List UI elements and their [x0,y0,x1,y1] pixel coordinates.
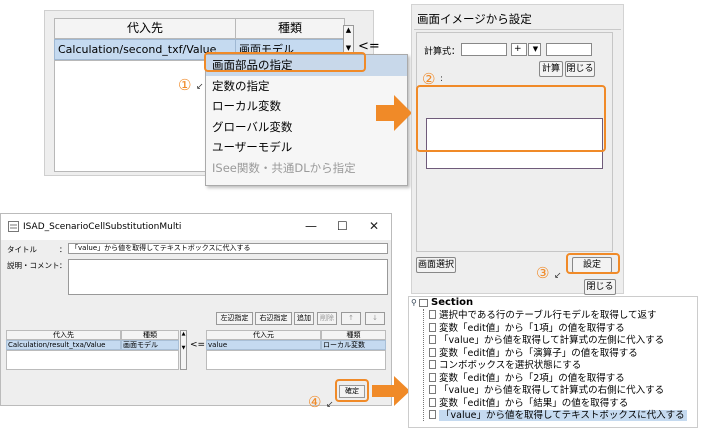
formula-right-input[interactable] [546,43,592,56]
calc-button[interactable]: 計算 [539,61,563,77]
document-icon [429,385,436,394]
left-specify-button[interactable]: 左辺指定 [216,312,253,325]
document-icon [429,360,436,369]
tree-item[interactable]: 「value」から値を取得して計算式の右側に代入する [429,385,664,397]
highlight-textarea [416,85,606,152]
source-table-body [206,350,386,370]
document-icon [429,397,436,407]
chevron-down-icon[interactable]: ▼ [528,43,541,56]
title-label: タイトル [7,245,37,254]
window-title: ISAD_ScenarioCellSubstitutionMulti [23,222,182,232]
menu-item-user-model[interactable]: ユーザーモデル [206,137,407,158]
right-specify-button[interactable]: 右辺指定 [255,312,292,325]
tree-item-label: 変数「edit値」から「2項」の値を取得する [439,372,625,384]
app-icon [8,221,19,232]
close-button-bottom[interactable]: 閉じる [584,279,616,295]
right-arrow-icon [372,376,410,406]
table-row-target[interactable]: Calculation/result_txa/Value [6,340,121,350]
tree-item-label: 「value」から値を取得して計算式の左側に代入する [439,335,665,346]
tree-item[interactable]: 変数「edit値」から「1項」の値を取得する [429,322,625,335]
menu-item-constant[interactable]: 定数の指定 [206,76,407,97]
table-row-target-type[interactable]: 画面モデル [121,340,179,350]
marker-arrow-icon: ↙ [196,82,204,92]
step-marker-1: ① [178,76,192,94]
comment-colon: ： [59,261,67,270]
tree-toggle-icon[interactable]: ⚲ [411,298,417,307]
right-arrow-icon [376,95,412,131]
row-move-spinner[interactable]: ▲ ▼ [180,330,187,370]
column-header-assign-target[interactable]: 代入先 [54,18,236,39]
step-marker-2: ② [422,70,436,88]
dialog-body: タイトル ： 「value」から値を取得してテキストボックスに代入する 説明・コ… [1,240,391,405]
formula-label: 計算式： [424,47,461,57]
title-input[interactable]: 「value」から値を取得してテキストボックスに代入する [68,243,388,254]
tree-item[interactable]: 変数「edit値」から「結果」の値を取得する [429,397,629,410]
marker-arrow-icon: ↙ [326,400,334,410]
tree-item-label: 選択中である行のテーブル行モデルを取得して返す [439,310,657,321]
tree-item[interactable]: 「value」から値を取得して計算式の左側に代入する [429,335,664,347]
move-down-button[interactable]: ↓ [365,312,385,325]
step-marker-4: ④ [308,393,322,411]
document-icon [429,310,436,319]
close-button[interactable]: 閉じる [565,61,595,77]
column-header-source-type[interactable]: 種類 [321,330,386,340]
tree-item-label: 「value」から値を取得してテキストボックスに代入する [439,410,687,421]
document-icon [429,372,436,382]
tree-item-label: 変数「edit値」から「演算子」の値を取得する [439,347,638,359]
menu-item-isee-function: ISee関数・共通DLから指定 [212,160,356,175]
document-icon [429,410,436,419]
operator-select[interactable]: + [511,43,527,56]
tree-item[interactable]: 変数「edit値」から「2項」の値を取得する [429,372,625,385]
highlight-confirm-button [335,379,369,402]
substitution-dialog: ISAD_ScenarioCellSubstitutionMulti — ☐ ✕… [0,213,392,406]
comment-label: 説明・コメント [7,261,60,270]
highlight-menu-item [204,52,366,72]
title-colon: ： [59,245,67,254]
tree-item-label: 「value」から値を取得して計算式の右側に代入する [439,385,665,396]
minimize-icon[interactable]: — [305,219,317,233]
column-header-target[interactable]: 代入先 [6,330,121,340]
tree-item-label: 変数「edit値」から「1項」の値を取得する [439,322,625,334]
screen-select-button[interactable]: 画面選択 [416,257,456,273]
marker-arrow-icon: ↙ [554,271,562,281]
close-icon[interactable]: ✕ [369,219,379,233]
document-icon [429,335,436,344]
panel-title: 画面イメージから設定 [417,12,532,26]
tree-item[interactable]: 変数「edit値」から「演算子」の値を取得する [429,347,638,360]
delete-button[interactable]: 削除 [317,312,337,325]
tree-item[interactable]: コンボボックスを選択状態にする [429,360,581,372]
highlight-set-button [566,253,620,274]
move-up-button[interactable]: ↑ [341,312,361,325]
assign-arrow-label: <= [190,340,206,350]
title-divider [414,29,621,30]
column-header-source[interactable]: 代入元 [206,330,321,340]
tree-item[interactable]: 「value」から値を取得してテキストボックスに代入する [429,410,687,422]
table-row-source-type[interactable]: ローカル変数 [321,340,386,350]
column-header-type[interactable]: 種類 [235,18,345,39]
document-icon [429,347,436,357]
step-marker-3: ③ [536,264,550,282]
assignment-table-panel: 代入先 種類 Calculation/second_txf/Value 画面モデ… [44,10,408,186]
window-titlebar: ISAD_ScenarioCellSubstitutionMulti — ☐ ✕ [1,214,391,240]
column-header-target-type[interactable]: 種類 [121,330,179,340]
maximize-icon[interactable]: ☐ [337,219,348,233]
document-icon [429,322,436,332]
folder-icon [419,299,428,307]
marker-arrow-icon: : [440,74,444,84]
scenario-tree: ⚲ Section 選択中である行のテーブル行モデルを取得して返す 変数「edit… [408,296,698,428]
comment-textarea[interactable] [68,259,388,295]
add-button[interactable]: 追加 [294,312,314,325]
tree-line [423,309,424,421]
tree-root-section[interactable]: Section [431,297,473,308]
formula-left-input[interactable] [461,43,507,56]
table-row-source[interactable]: value [206,340,321,350]
tree-item[interactable]: 選択中である行のテーブル行モデルを取得して返す [429,310,657,322]
target-table-body [6,350,179,370]
tree-item-label: コンボボックスを選択状態にする [439,360,582,371]
tree-item-label: 変数「edit値」から「結果」の値を取得する [439,397,629,409]
